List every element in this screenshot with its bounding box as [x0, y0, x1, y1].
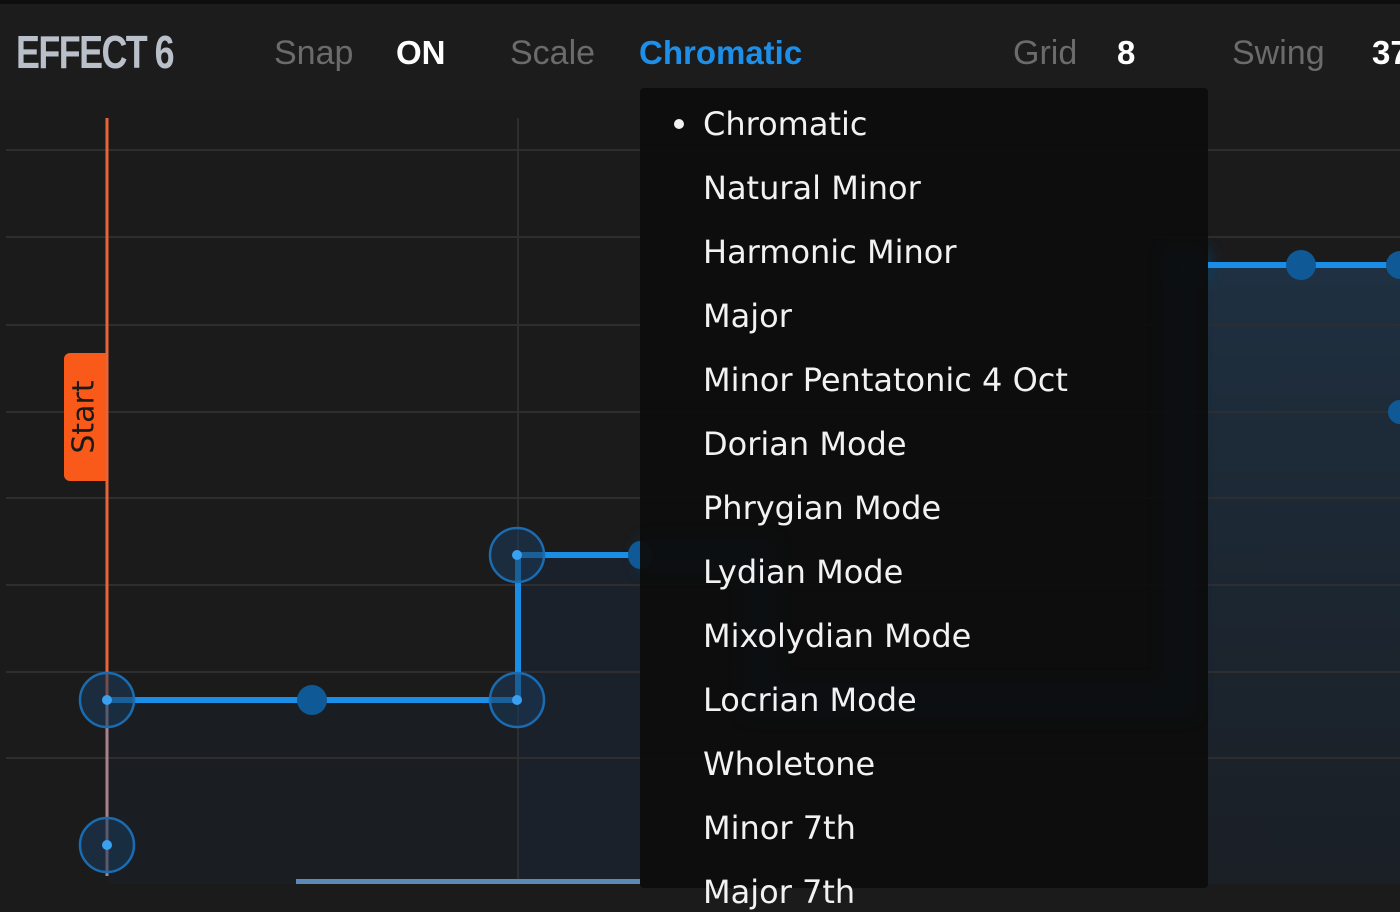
top-edge — [0, 0, 1400, 4]
scale-menu-item[interactable]: Dorian Mode — [703, 424, 907, 464]
scale-dropdown[interactable]: Chromatic — [639, 33, 802, 73]
selected-bullet-icon — [674, 119, 684, 129]
start-marker-tab[interactable]: Start — [64, 353, 106, 481]
snap-label: Snap — [274, 34, 354, 72]
scale-menu-item[interactable]: Minor 7th — [703, 808, 856, 848]
scale-menu-item-chromatic[interactable]: Chromatic — [703, 104, 867, 144]
scale-menu-item[interactable]: Phrygian Mode — [703, 488, 941, 528]
scale-menu-item-label: Chromatic — [703, 105, 868, 143]
toolbar: EFFECT 6 Snap ON Scale Chromatic Grid 8 … — [0, 0, 1400, 100]
breakpoint[interactable] — [102, 695, 112, 705]
scale-menu-item[interactable]: Major 7th — [703, 872, 855, 912]
scale-menu[interactable]: Chromatic Natural Minor Harmonic Minor M… — [640, 88, 1208, 911]
scale-menu-item[interactable]: Lydian Mode — [703, 552, 903, 592]
breakpoint[interactable] — [512, 550, 522, 560]
bottom-bar — [296, 879, 640, 884]
curve-handle[interactable] — [1286, 250, 1316, 280]
swing-value[interactable]: 37 — [1372, 33, 1400, 73]
breakpoint[interactable] — [102, 840, 112, 850]
curve-handle[interactable] — [297, 685, 327, 715]
grid-label: Grid — [1013, 34, 1078, 72]
scale-menu-item[interactable]: Minor Pentatonic 4 Oct — [703, 360, 1068, 400]
scale-menu-item[interactable]: Mixolydian Mode — [703, 616, 971, 656]
envelope-fill — [1208, 265, 1400, 884]
scale-menu-item[interactable]: Wholetone — [703, 744, 875, 784]
effect-title: EFFECT 6 — [16, 26, 175, 78]
scale-label: Scale — [510, 34, 596, 72]
scale-menu-item[interactable]: Major — [703, 296, 792, 336]
scale-menu-item[interactable]: Locrian Mode — [703, 680, 917, 720]
grid-value[interactable]: 8 — [1117, 33, 1135, 73]
scale-menu-item[interactable]: Natural Minor — [703, 168, 921, 208]
swing-label: Swing — [1232, 34, 1325, 72]
breakpoint[interactable] — [512, 695, 522, 705]
envelope-fill — [108, 700, 518, 884]
start-marker-label: Start — [67, 380, 103, 454]
snap-toggle[interactable]: ON — [396, 33, 446, 73]
scale-menu-item[interactable]: Harmonic Minor — [703, 232, 956, 272]
